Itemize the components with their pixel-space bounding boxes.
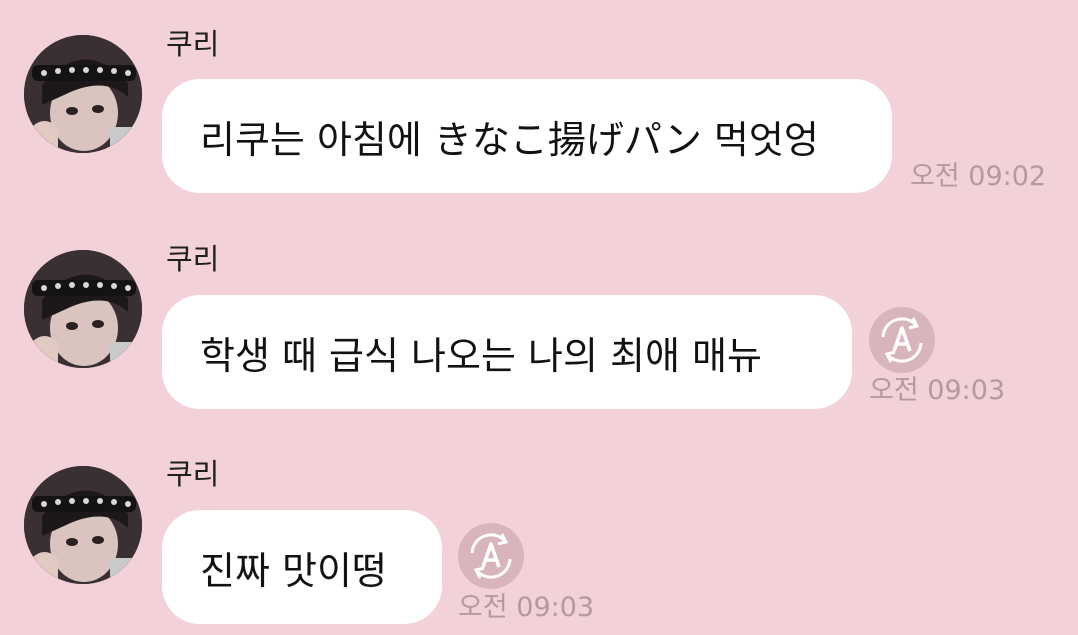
- avatar[interactable]: [24, 250, 142, 368]
- message-bubble[interactable]: 학생 때 급식 나오는 나의 최애 매뉴: [162, 295, 852, 409]
- message-bubble[interactable]: 진짜 맛이떵: [162, 510, 442, 624]
- message-text: 학생 때 급식 나오는 나의 최애 매뉴: [200, 333, 762, 378]
- avatar-photo: [24, 250, 142, 368]
- message-timestamp: 오전 09:02: [910, 161, 1047, 192]
- message-timestamp: 오전 09:03: [458, 592, 595, 623]
- avatar-photo: [24, 466, 142, 584]
- sender-name: 쿠리: [166, 457, 220, 491]
- message-text: 리쿠는 아침에 きなこ揚げパン 먹엇엉: [200, 117, 819, 162]
- translate-icon[interactable]: [869, 307, 935, 373]
- avatar-photo: [24, 35, 142, 153]
- sender-name: 쿠리: [166, 242, 220, 276]
- message-timestamp: 오전 09:03: [869, 375, 1006, 406]
- sender-name: 쿠리: [166, 27, 220, 61]
- message-text: 진짜 맛이떵: [200, 548, 387, 593]
- translate-icon[interactable]: [458, 523, 524, 589]
- avatar[interactable]: [24, 466, 142, 584]
- avatar[interactable]: [24, 35, 142, 153]
- message-bubble[interactable]: 리쿠는 아침에 きなこ揚げパン 먹엇엉: [162, 79, 892, 193]
